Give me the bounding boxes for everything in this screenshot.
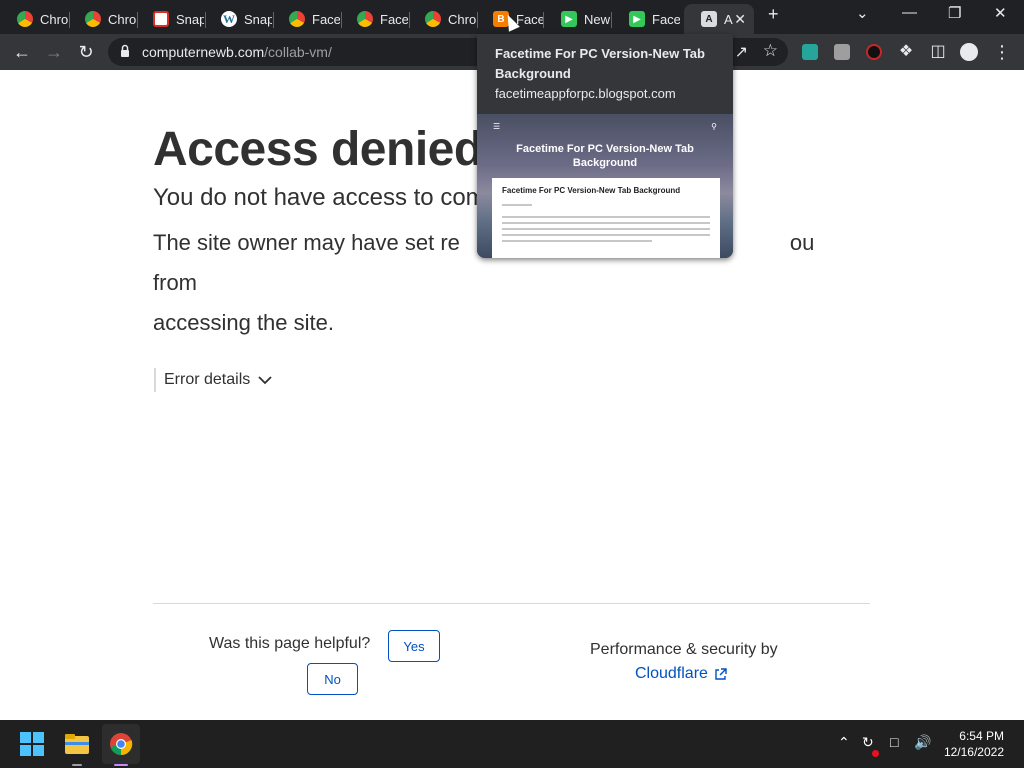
menu-kebab-icon[interactable]: ⋮ [990, 40, 1014, 64]
browser-tab[interactable]: Chro [68, 4, 138, 34]
hover-card-preview: ☰ ⚲ Facetime For PC Version-New Tab Back… [477, 114, 733, 258]
browser-tab[interactable]: Snap [136, 4, 206, 34]
windows-start-icon[interactable] [20, 732, 44, 756]
page-subtitle: You do not have access to com [153, 184, 486, 211]
tab-title: Chro [108, 11, 136, 27]
file-explorer-icon[interactable] [65, 732, 89, 756]
feedback-no-button[interactable]: No [307, 663, 358, 695]
tab-title: Snap [176, 11, 204, 27]
chrome-icon [17, 11, 33, 27]
browser-tab[interactable]: W Snap [204, 4, 274, 34]
preview-article: Facetime For PC Version-New Tab Backgrou… [492, 178, 720, 258]
error-details-toggle[interactable]: Error details [154, 368, 272, 392]
new-tab-button[interactable]: + [768, 4, 779, 25]
chrome-icon [357, 11, 373, 27]
tab-title: Chro [40, 11, 68, 27]
tab-search-icon[interactable]: ⌄ [856, 4, 869, 22]
error-details-label: Error details [164, 371, 251, 388]
snap-icon [153, 11, 169, 27]
browser-tab[interactable]: Facet [272, 4, 342, 34]
network-icon[interactable]: □ [890, 734, 898, 750]
share-icon[interactable]: ↗ [735, 42, 748, 62]
chrome-icon [425, 11, 441, 27]
close-window-icon[interactable]: ✕ [994, 4, 1007, 22]
browser-tab[interactable]: Facet [340, 4, 410, 34]
browser-tab[interactable]: ▶ New [544, 4, 612, 34]
extension-icon[interactable] [834, 44, 850, 60]
tab-title: New [584, 11, 611, 27]
clock-date: 12/16/2022 [943, 745, 1004, 759]
minimize-icon[interactable]: — [902, 4, 917, 21]
browser-tab-active[interactable]: A A ✕ [684, 4, 754, 34]
volume-icon[interactable]: 🔊 [914, 734, 931, 751]
extension-icon[interactable] [802, 44, 818, 60]
cloudflare-link-label: Cloudflare [635, 665, 708, 682]
url-path: /collab-vm/ [264, 44, 332, 60]
browser-tab[interactable]: ▶ Facet [612, 4, 684, 34]
feedback-yes-button[interactable]: Yes [388, 630, 440, 662]
tray-overflow-chevron-icon[interactable]: ⌃ [838, 734, 850, 751]
sync-alert-icon[interactable]: ↻ [862, 734, 874, 751]
preview-heading: Facetime For PC Version-New Tab Backgrou… [516, 143, 694, 169]
url-text[interactable]: computernewb.com/collab-vm/ [142, 44, 332, 60]
forward-arrow-icon[interactable]: → [42, 40, 66, 64]
facetime-icon: ▶ [629, 11, 645, 27]
chrome-taskbar-icon[interactable] [109, 732, 133, 756]
access-icon: A [701, 11, 717, 27]
side-panel-icon[interactable]: ◫ [926, 40, 950, 64]
message-line-start: The site owner may have set re [153, 230, 460, 255]
puzzle-extensions-icon[interactable]: ❖ [894, 40, 918, 64]
restore-icon[interactable]: ❐ [948, 4, 961, 22]
tab-title: Facet [380, 11, 408, 27]
extension-icon[interactable] [866, 44, 882, 60]
browser-tab[interactable]: Chro [408, 4, 478, 34]
profile-avatar-icon[interactable] [960, 43, 978, 61]
lock-icon [121, 44, 129, 57]
search-icon: ⚲ [711, 122, 717, 131]
system-clock[interactable]: 6:54 PM 12/16/2022 [944, 728, 1004, 760]
performance-label: Performance & security by [590, 641, 778, 658]
preview-article-title: Facetime For PC Version-New Tab Backgrou… [502, 186, 681, 195]
facetime-icon: ▶ [561, 11, 577, 27]
chrome-icon [85, 11, 101, 27]
feedback-question: Was this page helpful? [209, 635, 371, 652]
hover-card-title: Facetime For PC Version-New Tab Backgrou… [495, 46, 705, 81]
tab-title: Facet [312, 11, 340, 27]
chevron-down-icon [258, 376, 272, 385]
bookmark-star-icon[interactable]: ☆ [763, 41, 778, 61]
wordpress-icon: W [221, 11, 237, 27]
tab-title: Chro [448, 11, 476, 27]
url-host: computernewb.com [142, 44, 265, 60]
clock-time: 6:54 PM [959, 729, 1004, 743]
reload-icon[interactable]: ↻ [74, 40, 98, 64]
menu-icon: ☰ [493, 122, 501, 131]
back-arrow-icon[interactable]: ← [10, 40, 34, 64]
tab-title: Snap [244, 11, 272, 27]
message-line-2: accessing the site. [153, 310, 334, 335]
close-tab-icon[interactable]: ✕ [734, 11, 746, 28]
external-link-icon [715, 667, 727, 680]
chrome-icon [289, 11, 305, 27]
tab-title: Facet [516, 11, 544, 27]
cloudflare-link[interactable]: Cloudflare [635, 665, 727, 683]
tab-title: Facet [652, 11, 680, 27]
windows-taskbar: ⌃ ↻ □ 🔊 6:54 PM 12/16/2022 [0, 720, 1024, 768]
hover-card-domain: facetimeappforpc.blogspot.com [495, 86, 676, 101]
divider [153, 603, 870, 604]
tab-hover-card: Facetime For PC Version-New Tab Backgrou… [477, 34, 733, 258]
browser-tab[interactable]: Chro [0, 4, 70, 34]
page-title: Access denied [153, 123, 483, 176]
